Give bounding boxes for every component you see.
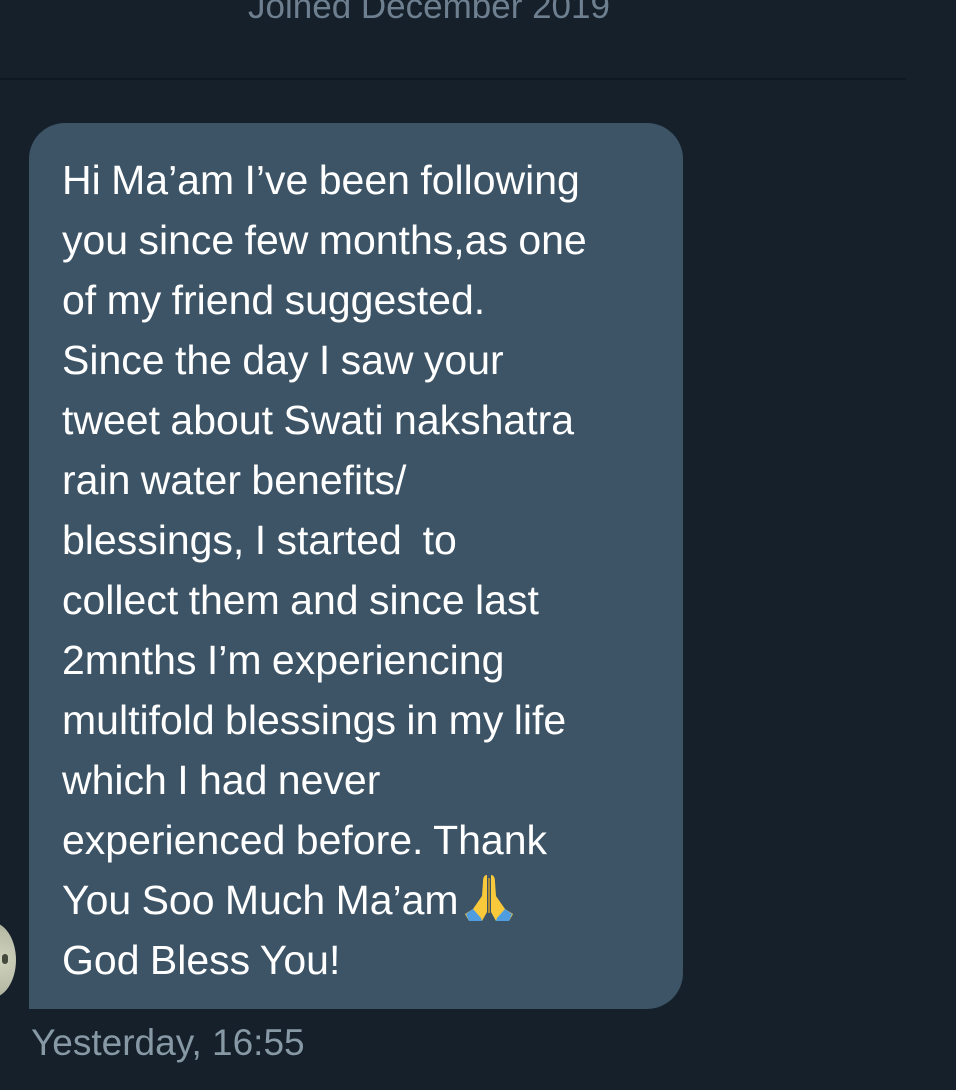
message-line-11: which I had never	[62, 757, 381, 803]
message-line-1: Hi Ma’am I’ve been following	[62, 157, 580, 203]
message-line-14: God Bless You!	[62, 937, 341, 983]
message-timestamp: Yesterday, 16:55	[31, 1022, 305, 1063]
message-line-3: of my friend suggested.	[62, 277, 486, 323]
message-line-7: blessings, I started to	[62, 517, 457, 563]
message-line-9: 2mnths I’m experiencing	[62, 637, 505, 683]
header-divider	[0, 78, 906, 80]
message-line-12: experienced before. Thank	[62, 817, 548, 863]
dm-conversation-screen: Joined December 2019 Hi Ma’am I’ve been …	[0, 0, 956, 1090]
message-line-10: multifold blessings in my life	[62, 697, 567, 743]
message-line-8: collect them and since last	[62, 577, 539, 623]
message-line-4: Since the day I saw your	[62, 337, 504, 383]
message-text: Hi Ma’am I’ve been following you since f…	[62, 150, 663, 990]
message-line-2: you since few months,as one	[62, 217, 587, 263]
joined-date-label: Joined December 2019	[248, 0, 610, 26]
message-line-5: tweet about Swati nakshatra	[62, 397, 575, 443]
folded-hands-icon	[464, 875, 513, 921]
message-bubble[interactable]: Hi Ma’am I’ve been following you since f…	[29, 123, 683, 1009]
sender-avatar[interactable]	[0, 922, 16, 998]
message-line-13: You Soo Much Ma’am	[62, 877, 459, 923]
message-line-6: rain water benefits/	[62, 457, 407, 503]
avatar-detail	[2, 954, 8, 964]
